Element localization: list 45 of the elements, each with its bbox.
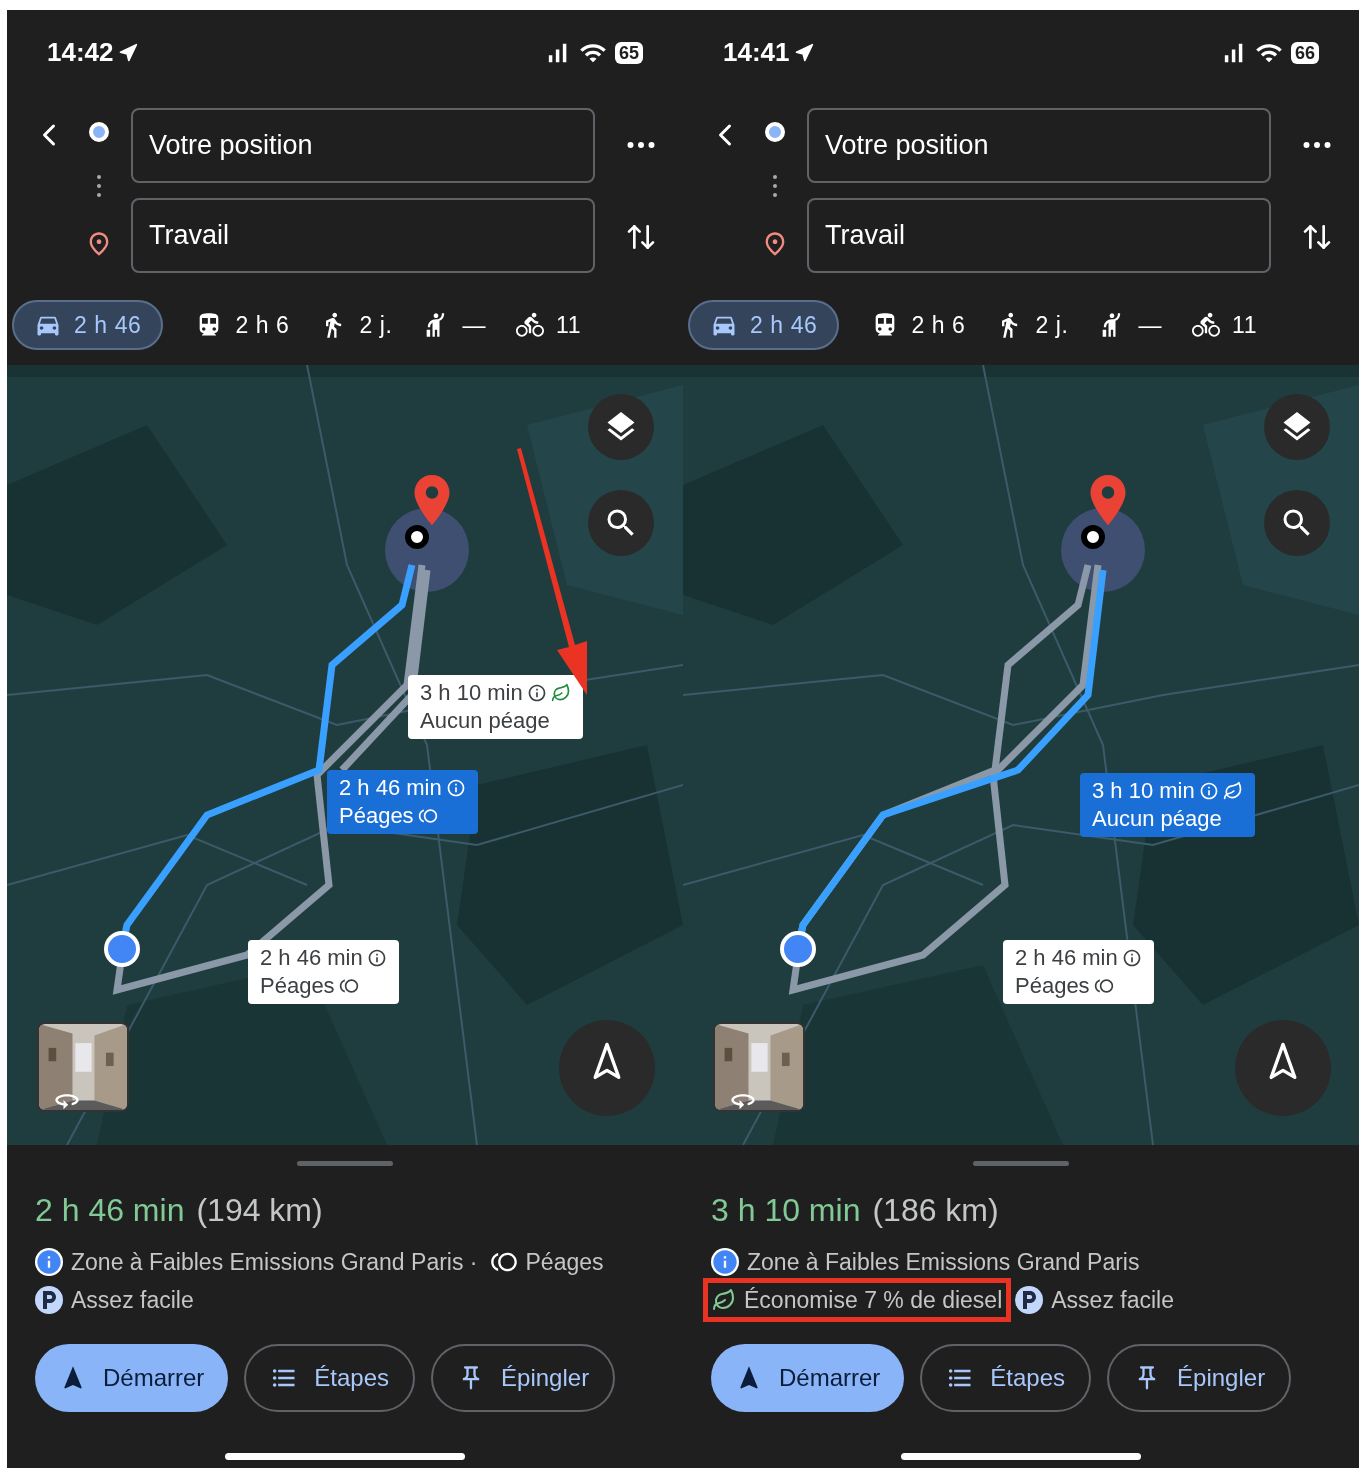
battery-level: 65 <box>614 41 643 64</box>
info-icon <box>35 1248 63 1276</box>
location-arrow-icon <box>793 42 814 63</box>
travel-mode-tab[interactable]: 2 h 6 <box>181 300 304 350</box>
travel-mode-tab[interactable]: 11 <box>502 300 596 350</box>
leaf-icon <box>712 1288 736 1312</box>
travel-mode-tab[interactable]: 2 h 46 <box>688 300 840 350</box>
detail-text: Assez facile <box>1051 1285 1174 1315</box>
origin-field[interactable]: Votre position <box>130 107 595 183</box>
origin-field[interactable]: Votre position <box>806 107 1271 183</box>
start-button[interactable]: Démarrer <box>711 1344 905 1412</box>
location-arrow-icon <box>117 42 138 63</box>
travel-mode-tab[interactable]: 2 h 6 <box>857 300 980 350</box>
route-duration: 3 h 10 min <box>711 1191 861 1230</box>
status-time: 14:42 <box>47 36 114 69</box>
travel-mode-tab[interactable]: — <box>408 300 500 350</box>
battery-level: 66 <box>1290 41 1319 64</box>
parking-icon <box>1015 1286 1044 1314</box>
bicycle-icon <box>1192 311 1220 339</box>
detail-text: Économise 7 % de diesel <box>744 1285 1003 1315</box>
info-icon <box>711 1248 739 1276</box>
destination-field[interactable]: Travail <box>806 197 1271 273</box>
route-distance: (194 km) <box>196 1191 323 1230</box>
dots-icon <box>96 175 101 197</box>
travel-mode-tab[interactable]: 2 j. <box>981 300 1083 350</box>
status-time: 14:41 <box>723 36 790 69</box>
travel-mode-tab[interactable]: 2 j. <box>305 300 407 350</box>
steps-button[interactable]: Étapes <box>920 1344 1092 1412</box>
start-button[interactable]: Démarrer <box>35 1344 229 1412</box>
pin-button[interactable]: Épingler <box>1107 1344 1292 1412</box>
travel-mode-tab[interactable]: 11 <box>1178 300 1272 350</box>
steps-button[interactable]: Étapes <box>244 1344 416 1412</box>
detail-text: Péages <box>525 1247 604 1277</box>
dots-icon <box>772 175 777 197</box>
parking-icon <box>35 1286 63 1314</box>
route-distance: (186 km) <box>872 1191 999 1230</box>
travel-mode-tab[interactable]: — <box>1084 300 1176 350</box>
detail-text: Zone à Faibles Emissions Grand Paris <box>747 1247 1140 1277</box>
destination-field[interactable]: Travail <box>130 197 595 273</box>
detail-text: Zone à Faibles Emissions Grand Paris · <box>71 1247 478 1277</box>
bicycle-icon <box>516 311 544 339</box>
route-duration: 2 h 46 min <box>35 1191 185 1230</box>
detail-text: Assez facile <box>71 1285 194 1315</box>
pin-button[interactable]: Épingler <box>431 1344 616 1412</box>
travel-mode-tab[interactable]: 2 h 46 <box>12 300 164 350</box>
